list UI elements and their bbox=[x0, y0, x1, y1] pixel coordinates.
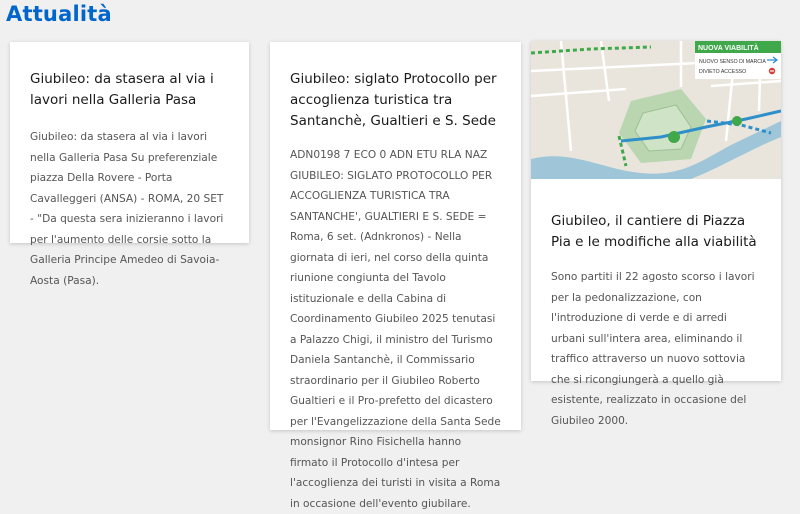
map-legend-item: DIVIETO ACCESSO bbox=[699, 69, 746, 75]
news-card[interactable]: Giubileo: da stasera al via i lavori nel… bbox=[10, 42, 249, 287]
card-title[interactable]: Giubileo: siglato Protocollo per accogli… bbox=[290, 69, 501, 132]
card-title[interactable]: Giubileo, il cantiere di Piazza Pia e le… bbox=[551, 211, 761, 253]
card-excerpt: ADN0198 7 ECO 0 ADN ETU RLA NAZ GIUBILEO… bbox=[290, 149, 501, 510]
map-image[interactable]: NUOVA VIABILITÀ NUOVO SENSO DI MARCIA DI… bbox=[531, 41, 781, 179]
map-legend-item: NUOVO SENSO DI MARCIA bbox=[699, 59, 766, 65]
news-card[interactable]: NUOVA VIABILITÀ NUOVO SENSO DI MARCIA DI… bbox=[531, 41, 781, 427]
map-legend-title: NUOVA VIABILITÀ bbox=[698, 43, 759, 52]
section-title: Attualità bbox=[6, 2, 112, 26]
card-excerpt: Sono partiti il 22 agosto scorso i lavor… bbox=[551, 271, 755, 427]
card-title[interactable]: Giubileo: da stasera al via i lavori nel… bbox=[30, 69, 229, 111]
card-excerpt: Giubileo: da stasera al via i lavori nel… bbox=[30, 131, 224, 287]
news-card[interactable]: Giubileo: siglato Protocollo per accogli… bbox=[270, 42, 521, 510]
